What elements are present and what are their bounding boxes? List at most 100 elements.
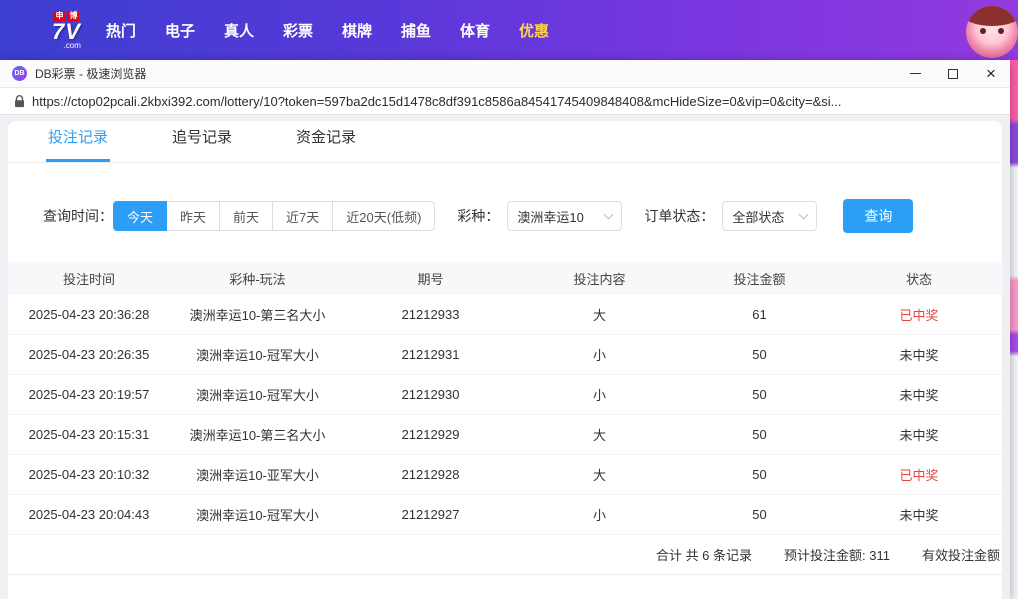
lottery-select-value: 澳洲幸运10 bbox=[517, 209, 584, 225]
nav-item-promo[interactable]: 优惠 bbox=[519, 20, 549, 41]
cell-bet-amount: 50 bbox=[752, 387, 767, 402]
col-bet-content: 投注内容 bbox=[573, 272, 626, 287]
avatar[interactable] bbox=[966, 6, 1018, 58]
minimize-icon bbox=[909, 73, 921, 74]
minimize-button[interactable] bbox=[896, 60, 934, 88]
cell-bet-time: 2025-04-23 20:15:31 bbox=[28, 427, 150, 442]
content-card: 投注记录 追号记录 资金记录 查询时间： 今天 昨天 前天 近7天 近20天(低… bbox=[8, 121, 1002, 599]
status-cell: 未中奖 bbox=[899, 428, 939, 443]
status-cell: 未中奖 bbox=[899, 388, 939, 403]
status-cell: 已中奖 bbox=[899, 468, 939, 483]
col-bet-amount: 投注金额 bbox=[733, 272, 786, 287]
query-button[interactable]: 查询 bbox=[843, 199, 914, 233]
nav-item-sports[interactable]: 体育 bbox=[460, 20, 490, 41]
cell-bet-content: 大 bbox=[592, 308, 606, 323]
tab-chase-records[interactable]: 追号记录 bbox=[170, 126, 234, 162]
table-row: 2025-04-23 20:15:31 澳洲幸运10-第三名大小 2121292… bbox=[8, 415, 1002, 455]
cell-issue: 21212931 bbox=[401, 347, 460, 362]
close-icon: × bbox=[986, 64, 996, 83]
col-issue: 期号 bbox=[417, 272, 444, 287]
summary-valid-amount: 有效投注金额 bbox=[921, 548, 1000, 563]
lottery-select[interactable]: 澳洲幸运10 bbox=[507, 201, 623, 231]
cell-lottery-play: 澳洲幸运10-冠军大小 bbox=[196, 388, 319, 403]
logo-suffix: .com bbox=[63, 40, 81, 50]
time-option-today[interactable]: 今天 bbox=[113, 201, 168, 231]
tab-bet-records[interactable]: 投注记录 bbox=[46, 126, 111, 162]
tab-bar: 投注记录 追号记录 资金记录 bbox=[8, 121, 1002, 163]
lottery-filter-label: 彩种： bbox=[457, 208, 500, 224]
cell-bet-content: 小 bbox=[592, 348, 606, 363]
cell-lottery-play: 澳洲幸运10-第三名大小 bbox=[189, 308, 326, 323]
status-filter-label: 订单状态： bbox=[644, 208, 715, 224]
nav-item-slots[interactable]: 电子 bbox=[165, 20, 195, 41]
cell-bet-amount: 50 bbox=[752, 507, 767, 522]
nav-item-hot[interactable]: 热门 bbox=[106, 20, 136, 41]
summary-expected-amount: 预计投注金额: 311 bbox=[784, 548, 890, 563]
summary-total: 合计 共 6 条记录 bbox=[655, 548, 753, 563]
close-button[interactable]: × bbox=[972, 60, 1010, 88]
chevron-down-icon bbox=[603, 209, 614, 219]
cell-bet-amount: 50 bbox=[752, 467, 767, 482]
url-text[interactable]: https://ctop02pcali.2kbxi392.com/lottery… bbox=[32, 94, 992, 109]
cell-bet-time: 2025-04-23 20:10:32 bbox=[28, 467, 150, 482]
title-bar: DB DB彩票 - 极速浏览器 × bbox=[0, 60, 1010, 88]
table-row: 2025-04-23 20:04:43 澳洲幸运10-冠军大小 21212927… bbox=[8, 495, 1002, 535]
nav-item-lottery[interactable]: 彩票 bbox=[283, 20, 313, 41]
nav-item-fishing[interactable]: 捕鱼 bbox=[401, 20, 431, 41]
time-filter-group: 今天 昨天 前天 近7天 近20天(低频) bbox=[113, 201, 436, 231]
table-row: 2025-04-23 20:10:32 澳洲幸运10-亚军大小 21212928… bbox=[8, 455, 1002, 495]
nav-item-live[interactable]: 真人 bbox=[224, 20, 254, 41]
maximize-button[interactable] bbox=[934, 60, 972, 88]
cell-bet-time: 2025-04-23 20:36:28 bbox=[28, 307, 150, 322]
cell-bet-time: 2025-04-23 20:19:57 bbox=[28, 387, 150, 402]
lock-icon bbox=[14, 94, 25, 108]
status-cell: 已中奖 bbox=[899, 308, 939, 323]
summary-bar: 合计 共 6 条记录 预计投注金额: 311 有效投注金额 bbox=[8, 535, 1002, 575]
cell-bet-time: 2025-04-23 20:04:43 bbox=[28, 507, 150, 522]
cell-bet-content: 小 bbox=[592, 508, 606, 523]
table-row: 2025-04-23 20:36:28 澳洲幸运10-第三名大小 2121293… bbox=[8, 295, 1002, 335]
time-filter-label: 查询时间： bbox=[43, 208, 113, 224]
status-cell: 未中奖 bbox=[899, 508, 939, 523]
page-background: 投注记录 追号记录 资金记录 查询时间： 今天 昨天 前天 近7天 近20天(低… bbox=[0, 115, 1010, 599]
window-title: DB彩票 - 极速浏览器 bbox=[35, 67, 147, 81]
cell-bet-content: 大 bbox=[592, 468, 606, 483]
cell-lottery-play: 澳洲幸运10-亚军大小 bbox=[196, 468, 319, 483]
time-option-day-before[interactable]: 前天 bbox=[219, 201, 274, 231]
status-select[interactable]: 全部状态 bbox=[722, 201, 818, 231]
logo-text: 7V bbox=[52, 18, 81, 44]
cell-issue: 21212933 bbox=[401, 307, 460, 322]
cell-lottery-play: 澳洲幸运10-冠军大小 bbox=[196, 508, 319, 523]
col-bet-time: 投注时间 bbox=[62, 272, 115, 287]
time-option-yesterday[interactable]: 昨天 bbox=[166, 201, 221, 231]
cell-issue: 21212930 bbox=[401, 387, 460, 402]
chevron-down-icon bbox=[798, 209, 809, 219]
table-row: 2025-04-23 20:19:57 澳洲幸运10-冠军大小 21212930… bbox=[8, 375, 1002, 415]
address-bar[interactable]: https://ctop02pcali.2kbxi392.com/lottery… bbox=[0, 88, 1010, 115]
cell-lottery-play: 澳洲幸运10-第三名大小 bbox=[189, 428, 326, 443]
col-status: 状态 bbox=[905, 272, 932, 287]
status-cell: 未中奖 bbox=[899, 348, 939, 363]
site-nav: 申 博 7V .com 热门 电子 真人 彩票 棋牌 捕鱼 体育 优惠 bbox=[0, 0, 1018, 60]
col-lottery-play: 彩种-玩法 bbox=[229, 272, 286, 287]
cell-bet-amount: 61 bbox=[752, 307, 767, 322]
time-option-7days[interactable]: 近7天 bbox=[272, 201, 334, 231]
site-logo[interactable]: 申 博 7V .com bbox=[52, 10, 81, 50]
site-nav-menu: 热门 电子 真人 彩票 棋牌 捕鱼 体育 优惠 bbox=[106, 20, 549, 41]
floating-widget-edge bbox=[1010, 60, 1018, 599]
nav-item-cards[interactable]: 棋牌 bbox=[342, 20, 372, 41]
table-header: 投注时间 彩种-玩法 期号 投注内容 投注金额 状态 bbox=[8, 262, 1002, 295]
tab-fund-records[interactable]: 资金记录 bbox=[294, 126, 358, 162]
window-controls: × bbox=[896, 60, 1010, 88]
cell-bet-time: 2025-04-23 20:26:35 bbox=[28, 347, 150, 362]
browser-window: DB DB彩票 - 极速浏览器 × https://ctop02pcali.2k… bbox=[0, 60, 1010, 599]
filter-bar: 查询时间： 今天 昨天 前天 近7天 近20天(低频) 彩种： 澳洲幸运10 订… bbox=[43, 199, 1002, 233]
cell-bet-amount: 50 bbox=[752, 427, 767, 442]
cell-bet-content: 大 bbox=[592, 428, 606, 443]
time-option-20days[interactable]: 近20天(低频) bbox=[332, 201, 436, 231]
favicon-icon: DB bbox=[12, 66, 27, 81]
cell-lottery-play: 澳洲幸运10-冠军大小 bbox=[196, 348, 319, 363]
cell-issue: 21212929 bbox=[401, 427, 460, 442]
cell-issue: 21212928 bbox=[401, 467, 460, 482]
cell-issue: 21212927 bbox=[401, 507, 460, 522]
